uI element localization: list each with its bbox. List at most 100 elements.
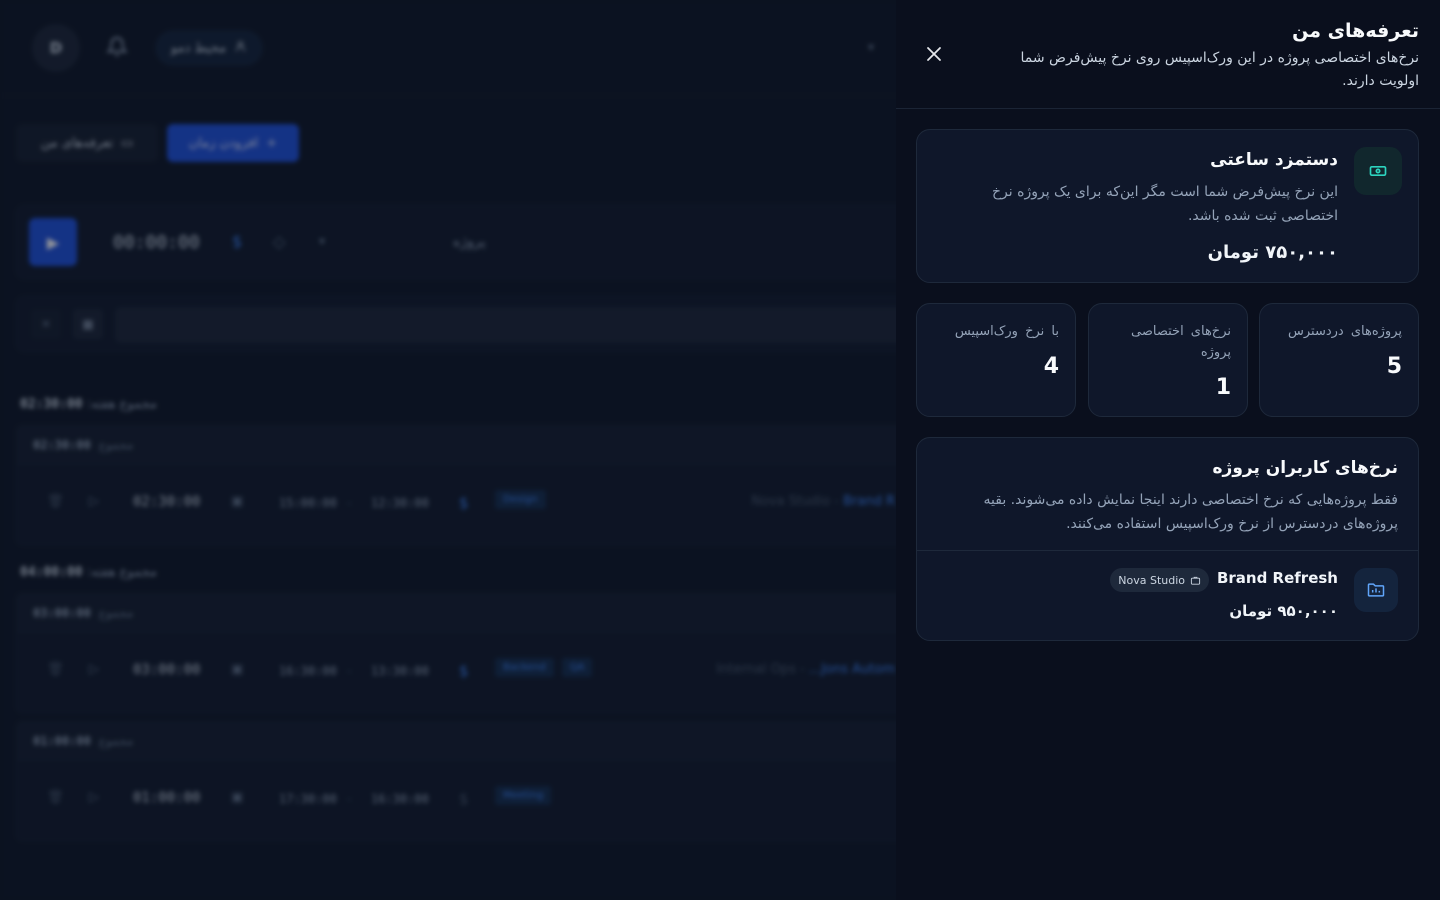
entry-group: 01:00:00 مجموع 🗑 ▷ 01:00:00 ▣ 17:30:00 -… xyxy=(16,721,916,841)
table-row[interactable]: 🗑 ▷ 01:00:00 ▣ 17:30:00 - 16:30:00 $ Mee… xyxy=(17,760,915,840)
filter-bar: ✕ ▦ xyxy=(16,296,916,352)
calendar-icon[interactable]: ▣ xyxy=(231,494,243,509)
project-select[interactable]: پروژه xyxy=(453,234,485,250)
billable-icon[interactable]: $ xyxy=(459,790,469,808)
entry-project-name: Brand R xyxy=(843,494,895,509)
entry-end[interactable]: 15:00:00 xyxy=(279,496,337,510)
client-badge-label: Nova Studio xyxy=(1118,573,1185,587)
billable-icon[interactable]: $ xyxy=(459,494,469,512)
my-rates-drawer: تعرفه‌های من نرخ‌های اختصاصی پروژه در ای… xyxy=(896,0,1440,900)
week-total: مجموع هفته: 04:00:00 xyxy=(20,565,157,580)
cash-icon xyxy=(1354,147,1402,195)
entry-tags[interactable]: Backend QA xyxy=(495,658,593,677)
chevron-down-icon[interactable]: ▾ xyxy=(868,40,874,54)
add-time-button[interactable]: + افزودن زمان xyxy=(167,124,299,162)
bell-icon[interactable] xyxy=(105,36,129,58)
timer-display: 00:00:00 xyxy=(113,232,200,253)
table-row[interactable]: 🗑 ▷ 02:30:00 ▣ 15:00:00 - 12:30:00 $ Des… xyxy=(17,464,915,544)
tag: Backend xyxy=(495,658,554,677)
table-row[interactable]: 🗑 ▷ 03:00:00 ▣ 16:30:00 - 13:30:00 $ Bac… xyxy=(17,632,915,712)
clear-filter-button[interactable]: ✕ xyxy=(31,309,61,339)
trash-icon[interactable]: 🗑 xyxy=(47,494,64,509)
drawer-header: تعرفه‌های من نرخ‌های اختصاصی پروژه در ای… xyxy=(896,0,1440,109)
billable-icon[interactable]: $ xyxy=(232,232,242,251)
drawer-subtitle: نرخ‌های اختصاصی پروژه در این ورک‌اسپیس ر… xyxy=(1020,50,1419,89)
avatar[interactable]: D xyxy=(32,24,80,72)
stat-value: 5 xyxy=(1386,354,1402,379)
tag: Meeting xyxy=(495,786,552,805)
entry-start[interactable]: 16:30:00 xyxy=(371,792,429,806)
divider xyxy=(917,550,1418,551)
close-button[interactable] xyxy=(924,42,944,66)
stat-workspace-rate: با نرخ ورک‌اسپیس 4 xyxy=(916,303,1076,417)
chevron-down-icon[interactable]: ▾ xyxy=(319,234,325,248)
workspace-badge[interactable]: محیط دمو xyxy=(155,30,263,66)
trash-icon[interactable]: 🗑 xyxy=(47,662,64,677)
entry-start[interactable]: 13:30:00 xyxy=(371,664,429,678)
entry-project[interactable]: Nova Studio - Brand R xyxy=(751,494,895,509)
entry-start[interactable]: 12:30:00 xyxy=(371,496,429,510)
play-button[interactable]: ▶ xyxy=(29,218,77,266)
week-total-label: مجموع هفته: xyxy=(86,397,157,412)
entry-project[interactable]: Internal Ops - ...Jons Autom xyxy=(716,662,895,677)
workspace-badge-label: محیط دمو xyxy=(170,40,227,56)
my-rates-button-label: تعرفه‌های من xyxy=(40,135,113,151)
play-icon: ▶ xyxy=(46,232,60,252)
add-time-button-label: افزودن زمان xyxy=(188,135,259,151)
stat-value: 4 xyxy=(1043,354,1059,379)
plus-icon: + xyxy=(266,135,278,151)
close-icon xyxy=(927,47,941,61)
group-total: 02:30:00 xyxy=(33,437,91,452)
group-label: مجموع xyxy=(98,437,134,452)
entry-tags[interactable]: Meeting xyxy=(495,786,552,805)
play-icon[interactable]: ▷ xyxy=(89,662,99,677)
group-header: 02:30:00 مجموع xyxy=(17,426,915,464)
stat-label: پروژه‌های دردسترس xyxy=(1288,324,1402,339)
hourly-rate-value: ۷۵۰,۰۰۰ تومان xyxy=(1207,242,1338,263)
stat-custom-project-rates: نرخ‌های اختصاصی پروژه 1 xyxy=(1088,303,1248,417)
tag-icon[interactable]: ◇ xyxy=(273,232,285,251)
cash-icon: ▭ xyxy=(120,135,134,151)
group-label: مجموع xyxy=(98,605,134,620)
billable-icon[interactable]: $ xyxy=(459,662,469,680)
entry-group: 03:00:00 مجموع 🗑 ▷ 03:00:00 ▣ 16:30:00 -… xyxy=(16,593,916,713)
entry-project-name: ...Jons Autom xyxy=(808,662,895,677)
week-total: مجموع هفته: 02:30:00 xyxy=(20,397,157,412)
stat-label: نرخ‌های اختصاصی پروژه xyxy=(1131,324,1231,360)
timer-bar: ▶ 00:00:00 $ ◇ ▾ پروژه xyxy=(16,205,916,279)
stat-label: با نرخ ورک‌اسپیس xyxy=(954,324,1059,339)
project-name: Brand Refresh xyxy=(1216,569,1338,587)
stat-value: 1 xyxy=(1215,375,1231,400)
search-input[interactable] xyxy=(115,307,915,343)
briefcase-icon xyxy=(1190,576,1201,585)
drawer-title: تعرفه‌های من xyxy=(1292,20,1419,42)
project-user-rates-card: نرخ‌های کاربران پروژه فقط پروژه‌هایی که … xyxy=(916,437,1419,641)
my-rates-button[interactable]: ▭ تعرفه‌های من xyxy=(16,124,158,162)
grid-view-button[interactable]: ▦ xyxy=(73,309,103,339)
stat-available-projects: پروژه‌های دردسترس 5 xyxy=(1259,303,1419,417)
tag: QA xyxy=(561,658,593,677)
trash-icon[interactable]: 🗑 xyxy=(47,790,64,805)
entry-group: 02:30:00 مجموع 🗑 ▷ 02:30:00 ▣ 15:00:00 -… xyxy=(16,425,916,545)
group-label: مجموع xyxy=(98,733,134,748)
hourly-rate-title: دستمزد ساعتی xyxy=(1210,150,1338,170)
play-icon[interactable]: ▷ xyxy=(89,494,99,509)
entry-duration[interactable]: 03:00:00 xyxy=(133,662,200,678)
hourly-rate-card: دستمزد ساعتی این نرخ پیش‌فرض شما است مگر… xyxy=(916,129,1419,283)
project-rates-title: نرخ‌های کاربران پروژه xyxy=(1212,458,1399,478)
calendar-icon[interactable]: ▣ xyxy=(231,662,243,677)
entry-end[interactable]: 16:30:00 xyxy=(279,664,337,678)
entry-tags[interactable]: Design xyxy=(495,490,546,509)
group-header: 01:00:00 مجموع xyxy=(17,722,915,760)
group-total: 01:00:00 xyxy=(33,733,91,748)
play-icon[interactable]: ▷ xyxy=(89,790,99,805)
week-total-value: 02:30:00 xyxy=(20,397,83,412)
entry-duration[interactable]: 01:00:00 xyxy=(133,790,200,806)
separator: - xyxy=(347,792,352,806)
separator: - xyxy=(347,496,352,510)
tag: Design xyxy=(495,490,546,509)
entry-end[interactable]: 17:30:00 xyxy=(279,792,337,806)
project-rate-value: ۹۵۰,۰۰۰ تومان xyxy=(1229,602,1338,620)
calendar-icon[interactable]: ▣ xyxy=(231,790,243,805)
entry-duration[interactable]: 02:30:00 xyxy=(133,494,200,510)
